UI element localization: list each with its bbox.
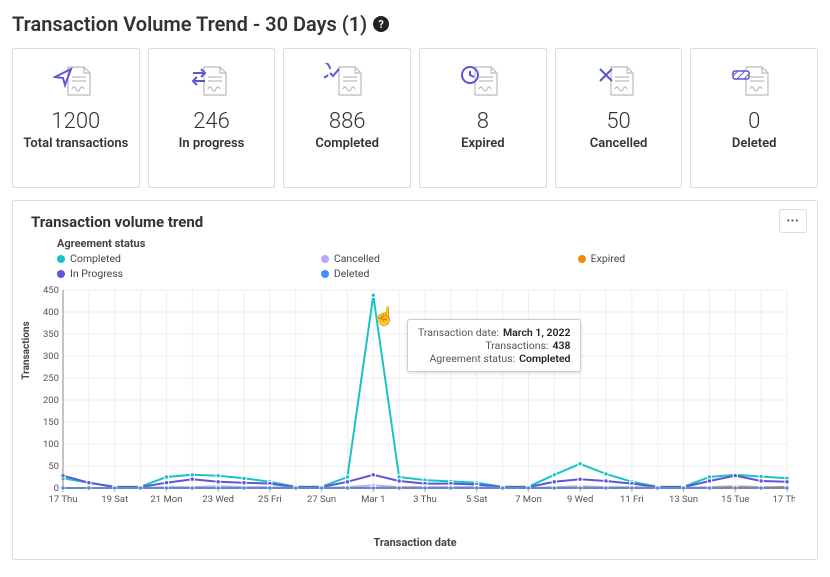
- card-completed[interactable]: 886 Completed: [283, 48, 411, 188]
- stat-label: Deleted: [732, 136, 777, 152]
- chart-tooltip: Transaction date:March 1, 2022 Transacti…: [407, 319, 581, 372]
- svg-text:250: 250: [43, 373, 59, 384]
- arrows-icon: [189, 63, 235, 101]
- svg-text:17 Thu: 17 Thu: [773, 494, 796, 505]
- card-deleted[interactable]: 0 Deleted: [690, 48, 818, 188]
- svg-text:17 Thu: 17 Thu: [49, 494, 78, 505]
- check-circle-icon: [324, 63, 370, 101]
- svg-text:19 Sat: 19 Sat: [101, 494, 128, 505]
- svg-text:11 Fri: 11 Fri: [620, 494, 644, 505]
- legend-item-cancelled[interactable]: Cancelled: [321, 252, 560, 265]
- svg-text:21 Mon: 21 Mon: [150, 494, 182, 505]
- svg-text:400: 400: [43, 307, 59, 318]
- svg-text:25 Fri: 25 Fri: [258, 494, 282, 505]
- svg-text:7 Mon: 7 Mon: [515, 494, 542, 505]
- y-axis-title: Transactions: [21, 321, 32, 379]
- card-expired[interactable]: 8 Expired: [419, 48, 547, 188]
- stat-cards-row: 1200 Total transactions 246 In progress …: [12, 48, 818, 188]
- send-icon: [53, 63, 99, 101]
- svg-text:23 Wed: 23 Wed: [202, 494, 234, 505]
- svg-text:350: 350: [43, 329, 59, 340]
- svg-text:5 Sat: 5 Sat: [466, 494, 488, 505]
- page-title: Transaction Volume Trend - 30 Days (1): [12, 12, 367, 36]
- svg-text:9 Wed: 9 Wed: [567, 494, 593, 505]
- legend-items: Completed Cancelled Expired In Progress …: [57, 252, 805, 280]
- svg-text:50: 50: [48, 461, 59, 472]
- svg-text:27 Sun: 27 Sun: [307, 494, 336, 505]
- legend-item-completed[interactable]: Completed: [57, 252, 303, 265]
- stat-label: Total transactions: [23, 136, 128, 152]
- svg-text:200: 200: [43, 395, 59, 406]
- trend-panel: Transaction volume trend Agreement statu…: [12, 200, 818, 560]
- card-in-progress[interactable]: 246 In progress: [148, 48, 276, 188]
- stat-number: 886: [329, 109, 366, 134]
- svg-text:3 Thu: 3 Thu: [413, 494, 437, 505]
- legend-item-expired[interactable]: Expired: [578, 252, 805, 265]
- stat-label: Expired: [461, 136, 504, 152]
- panel-menu-button[interactable]: [779, 209, 807, 233]
- legend-title: Agreement status: [57, 237, 805, 250]
- stat-label: In progress: [179, 136, 245, 152]
- panel-title: Transaction volume trend: [31, 213, 805, 231]
- card-total-transactions[interactable]: 1200 Total transactions: [12, 48, 140, 188]
- stat-number: 1200: [51, 109, 100, 134]
- eraser-icon: [731, 63, 777, 101]
- x-axis-title: Transaction date: [25, 536, 805, 549]
- stat-number: 8: [477, 109, 489, 134]
- stat-number: 0: [748, 109, 760, 134]
- legend-item-in-progress[interactable]: In Progress: [57, 267, 303, 280]
- svg-text:13 Sun: 13 Sun: [669, 494, 698, 505]
- clock-icon: [460, 63, 506, 101]
- help-icon[interactable]: ?: [373, 16, 389, 32]
- svg-text:100: 100: [43, 439, 59, 450]
- card-cancelled[interactable]: 50 Cancelled: [555, 48, 683, 188]
- stat-label: Cancelled: [590, 136, 648, 152]
- stat-label: Completed: [315, 136, 379, 152]
- x-icon: [596, 63, 642, 101]
- stat-number: 246: [193, 109, 230, 134]
- svg-text:0: 0: [54, 483, 59, 494]
- svg-text:15 Tue: 15 Tue: [721, 494, 749, 505]
- svg-text:150: 150: [43, 417, 59, 428]
- stat-number: 50: [606, 109, 630, 134]
- svg-text:450: 450: [43, 285, 59, 296]
- svg-text:300: 300: [43, 351, 59, 362]
- legend-item-deleted[interactable]: Deleted: [321, 267, 560, 280]
- svg-text:Mar 1: Mar 1: [361, 494, 385, 505]
